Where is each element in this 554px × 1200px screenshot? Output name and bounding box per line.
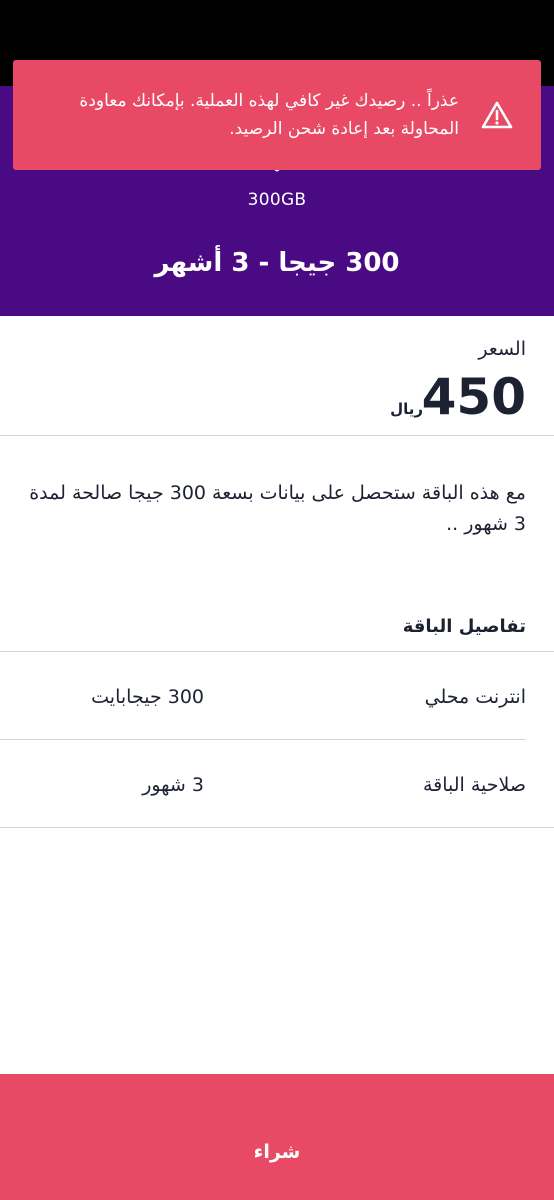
detail-row-local-internet: انترنت محلي 300 جيجابايت (0, 652, 554, 740)
row-divider (0, 827, 554, 828)
alert-message: عذراً .. رصيدك غير كافي لهذه العملية. بإ… (79, 91, 459, 139)
price-section: السعر 450 ريال (0, 316, 554, 436)
detail-value: 3 شهور (142, 774, 204, 796)
package-description: مع هذه الباقة ستحصل على بيانات بسعة 300 … (29, 482, 526, 535)
details-list: انترنت محلي 300 جيجابايت صلاحية الباقة 3… (0, 651, 554, 828)
price-currency: ريال (390, 400, 423, 418)
buy-button-label: شراء (253, 1141, 301, 1163)
detail-label: انترنت محلي (424, 686, 526, 708)
details-title: تفاصيل الباقة (402, 616, 526, 637)
price-label: السعر (478, 338, 526, 360)
buy-button[interactable]: شراء (0, 1074, 554, 1200)
insufficient-balance-alert[interactable]: عذراً .. رصيدك غير كافي لهذه العملية. بإ… (13, 60, 541, 170)
detail-row-validity: صلاحية الباقة 3 شهور (0, 740, 554, 828)
warning-icon (479, 97, 515, 133)
package-data-amount: 300GB (247, 190, 307, 210)
detail-value: 300 جيجابايت (91, 686, 204, 708)
package-title: 300 جيجا - 3 أشهر (154, 248, 400, 278)
detail-label: صلاحية الباقة (422, 774, 526, 796)
price-value: 450 (421, 368, 526, 426)
